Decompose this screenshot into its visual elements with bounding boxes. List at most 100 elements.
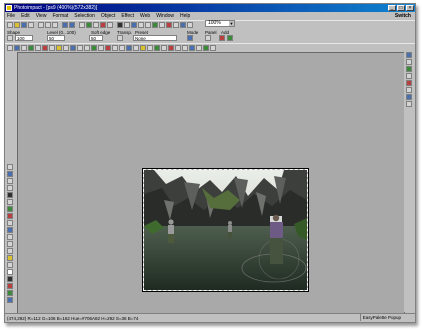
preview-icon[interactable]	[187, 22, 193, 28]
menu-help[interactable]: Help	[180, 13, 190, 19]
new-icon[interactable]	[7, 22, 13, 28]
palette-red-swatch[interactable]	[7, 283, 13, 289]
quick-command-tab-icon[interactable]	[406, 66, 412, 72]
brush-20-icon[interactable]	[140, 45, 146, 51]
brush-22-icon[interactable]	[154, 45, 160, 51]
brush-14-icon[interactable]	[98, 45, 104, 51]
soft-edge-field[interactable]: 50	[89, 35, 103, 41]
zoom-tool-icon[interactable]	[7, 241, 13, 247]
lasso-tool-icon[interactable]	[7, 178, 13, 184]
brush-3-icon[interactable]	[21, 45, 27, 51]
brush-27-icon[interactable]	[189, 45, 195, 51]
menu-format[interactable]: Format	[52, 13, 68, 19]
add-icon[interactable]	[219, 35, 225, 41]
brush-23-icon[interactable]	[161, 45, 167, 51]
effect-icon[interactable]	[166, 22, 172, 28]
color-panel-tab-icon[interactable]	[406, 80, 412, 86]
redo-icon[interactable]	[69, 22, 75, 28]
paint-tool-icon[interactable]	[7, 206, 13, 212]
info-tab-icon[interactable]	[406, 101, 412, 107]
resize-icon[interactable]	[86, 22, 92, 28]
fill-tool-icon[interactable]	[7, 227, 13, 233]
close-button[interactable]: ×	[406, 5, 414, 11]
switch-button[interactable]: Switch	[395, 13, 411, 19]
panel-icon[interactable]	[205, 35, 211, 41]
brush-17-icon[interactable]	[119, 45, 125, 51]
hand-tool-icon[interactable]	[7, 248, 13, 254]
transparency-icon[interactable]	[117, 35, 123, 41]
menu-file[interactable]: File	[7, 13, 15, 19]
brightness-icon[interactable]	[107, 22, 113, 28]
browser-icon[interactable]	[138, 22, 144, 28]
brush-21-icon[interactable]	[147, 45, 153, 51]
menu-edit[interactable]: Edit	[21, 13, 30, 19]
text-tool-icon[interactable]	[7, 192, 13, 198]
maximize-button[interactable]: □	[397, 5, 405, 11]
eyedropper-tool-icon[interactable]	[7, 255, 13, 261]
print-icon[interactable]	[28, 22, 34, 28]
magic-icon[interactable]	[173, 22, 179, 28]
brush-2-icon[interactable]	[14, 45, 20, 51]
brush-1-icon[interactable]	[7, 45, 13, 51]
brush-9-icon[interactable]	[63, 45, 69, 51]
navigator-tab-icon[interactable]	[406, 87, 412, 93]
frame-icon[interactable]	[159, 22, 165, 28]
open-icon[interactable]	[14, 22, 20, 28]
brush-11-icon[interactable]	[77, 45, 83, 51]
shape-circle-icon[interactable]	[7, 35, 13, 41]
preset-select[interactable]: None	[133, 35, 177, 41]
layer-manager-tab-icon[interactable]	[406, 59, 412, 65]
paste-icon[interactable]	[52, 22, 58, 28]
brush-7-icon[interactable]	[49, 45, 55, 51]
menu-window[interactable]: Window	[156, 13, 174, 19]
brush-panel-tab-icon[interactable]	[406, 73, 412, 79]
minimize-button[interactable]: _	[388, 5, 396, 11]
wand-tool-icon[interactable]	[7, 185, 13, 191]
slice-icon[interactable]	[152, 22, 158, 28]
zoom-select[interactable]: 100% ▼	[205, 20, 235, 27]
pick-tool-icon[interactable]	[7, 164, 13, 170]
brush-26-icon[interactable]	[182, 45, 188, 51]
brush-13-icon[interactable]	[91, 45, 97, 51]
mode-icon[interactable]	[187, 35, 193, 41]
brush-19-icon[interactable]	[133, 45, 139, 51]
shape-field[interactable]: 100	[15, 35, 33, 41]
menu-web[interactable]: Web	[140, 13, 150, 19]
brush-16-icon[interactable]	[112, 45, 118, 51]
save-icon[interactable]	[21, 22, 27, 28]
filter-icon[interactable]	[180, 22, 186, 28]
retouch-tool-icon[interactable]	[7, 213, 13, 219]
history-tab-icon[interactable]	[406, 94, 412, 100]
brush-18-icon[interactable]	[126, 45, 132, 51]
gif-icon[interactable]	[145, 22, 151, 28]
menu-effect[interactable]: Effect	[121, 13, 134, 19]
brush-5-icon[interactable]	[35, 45, 41, 51]
brush-8-icon[interactable]	[56, 45, 62, 51]
menu-object[interactable]: Object	[101, 13, 115, 19]
palette-green-swatch[interactable]	[7, 290, 13, 296]
easypalette-popup-button[interactable]: EasyPalette Popup	[359, 314, 403, 321]
brush-30-icon[interactable]	[210, 45, 216, 51]
color-icon[interactable]	[100, 22, 106, 28]
layer-icon[interactable]	[124, 22, 130, 28]
crop-icon[interactable]	[79, 22, 85, 28]
brush-10-icon[interactable]	[70, 45, 76, 51]
shape-tool-icon[interactable]	[7, 262, 13, 268]
brush-28-icon[interactable]	[196, 45, 202, 51]
crop-tool-icon[interactable]	[7, 199, 13, 205]
selection-tool-icon[interactable]	[7, 171, 13, 177]
brush-24-icon[interactable]	[168, 45, 174, 51]
menu-view[interactable]: View	[36, 13, 47, 19]
copy-icon[interactable]	[45, 22, 51, 28]
web-icon[interactable]	[131, 22, 137, 28]
brush-6-icon[interactable]	[42, 45, 48, 51]
easypalette-tab-icon[interactable]	[406, 52, 412, 58]
palette-blue-swatch[interactable]	[7, 297, 13, 303]
brush-12-icon[interactable]	[84, 45, 90, 51]
level-field[interactable]: 50	[47, 35, 65, 41]
rotate-icon[interactable]	[93, 22, 99, 28]
brush-29-icon[interactable]	[203, 45, 209, 51]
brush-25-icon[interactable]	[175, 45, 181, 51]
cut-icon[interactable]	[38, 22, 44, 28]
brush-4-icon[interactable]	[28, 45, 34, 51]
